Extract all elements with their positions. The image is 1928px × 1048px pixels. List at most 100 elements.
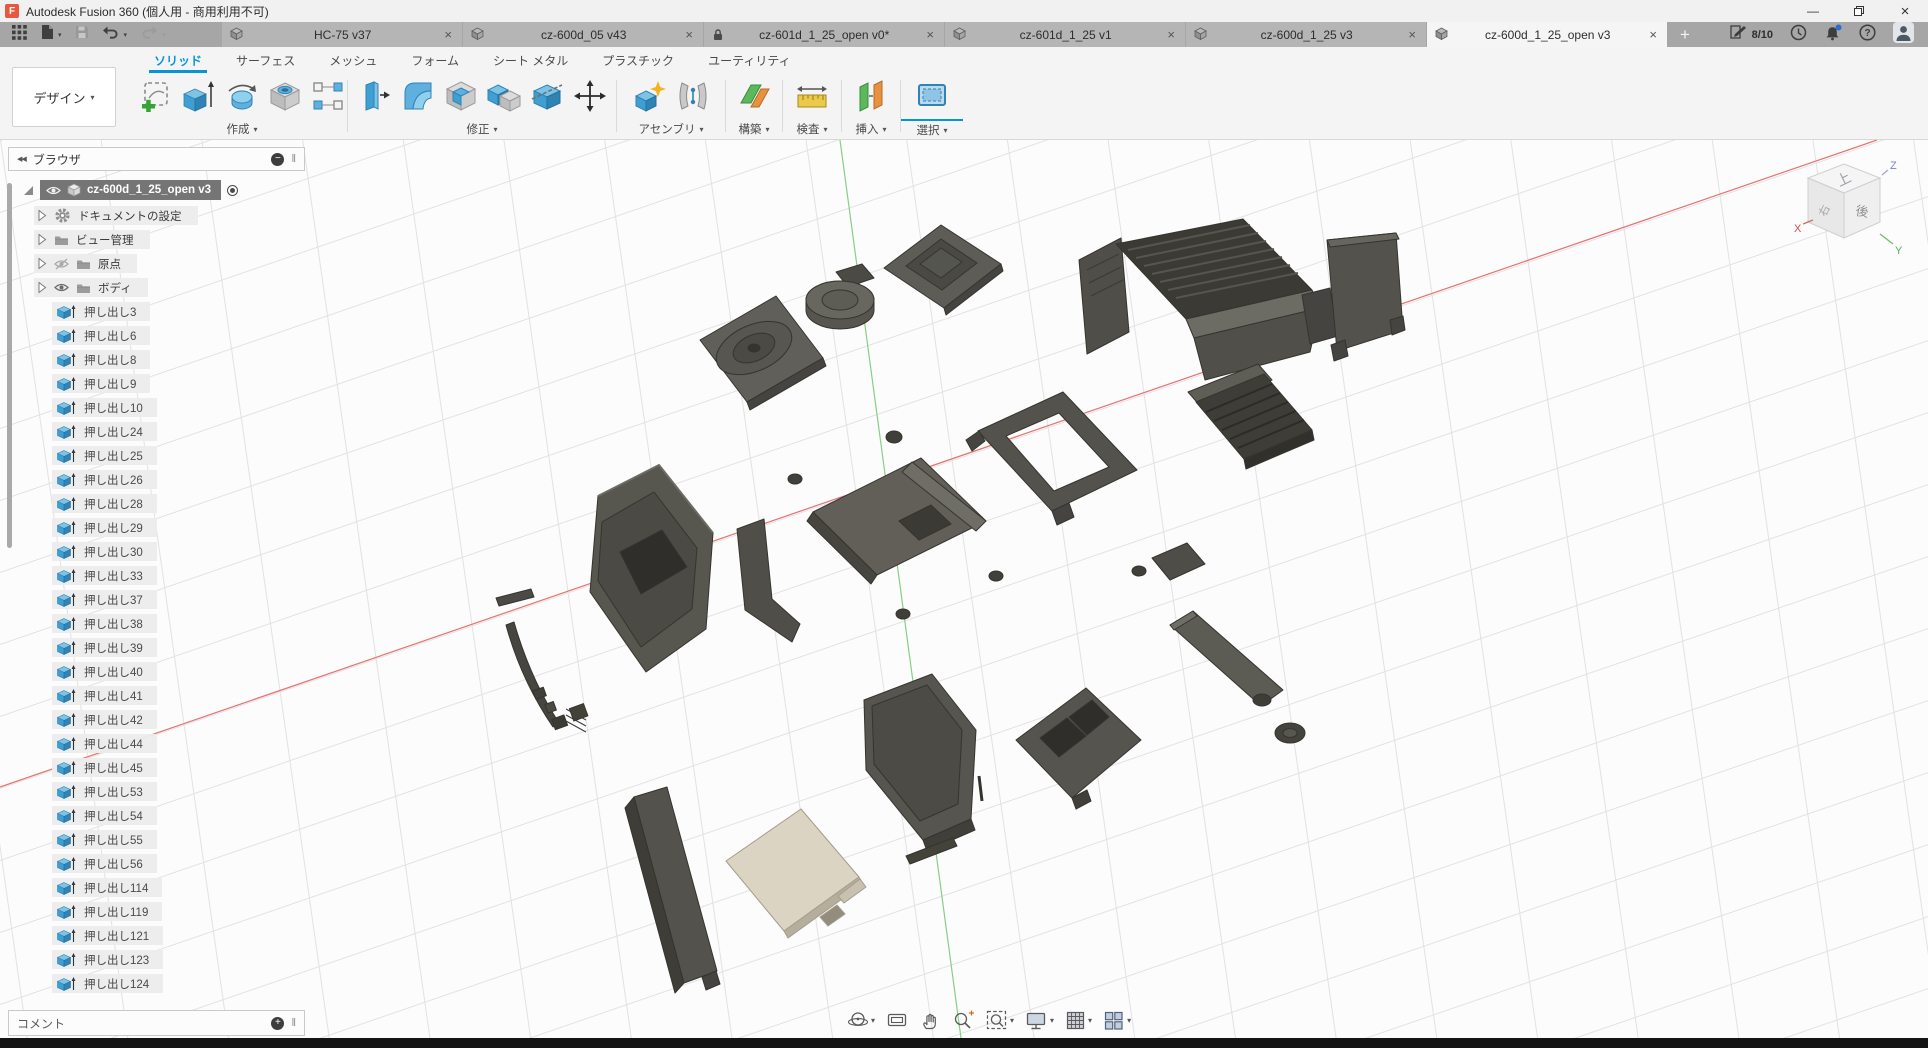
minimize-button[interactable]: — (1790, 0, 1836, 22)
env-tab[interactable]: メッシュ (312, 47, 394, 73)
save-icon[interactable] (75, 25, 89, 44)
create-sketch-icon[interactable] (137, 77, 175, 115)
tree-feature-row[interactable]: 押し出し28 (52, 494, 305, 513)
tree-feature-row[interactable]: 押し出し53 (52, 782, 305, 801)
document-tab[interactable]: HC-75 v37 × (222, 22, 462, 47)
combine-icon[interactable] (485, 77, 523, 115)
browser-header[interactable]: ◀◀ ブラウザ − ‖ (8, 147, 305, 171)
viewport[interactable]: 上 右 後 X Y Z ◀◀ ブラウザ − ‖ (0, 140, 1928, 1038)
look-at-tool[interactable] (884, 1008, 910, 1032)
clock-icon[interactable] (1790, 24, 1807, 46)
tree-feature-row[interactable]: 押し出し39 (52, 638, 305, 657)
new-tab-button[interactable]: + (1668, 22, 1702, 47)
construct-group-dropdown[interactable]: 構築▾ (726, 119, 782, 139)
create-group-dropdown[interactable]: 作成▾ (137, 119, 347, 139)
document-tab[interactable]: cz-600d_1_25 v3 × (1186, 22, 1426, 47)
redo-caret-icon[interactable]: ▾ (162, 31, 166, 39)
assemble-group-dropdown[interactable]: アセンブリ▾ (617, 119, 725, 139)
grid-settings-tool[interactable]: ▾ (1063, 1008, 1094, 1033)
redo-icon[interactable] (140, 25, 158, 44)
joint-icon[interactable] (674, 77, 712, 115)
add-comment-icon[interactable]: + (271, 1017, 284, 1030)
display-settings-tool[interactable]: ▾ (1023, 1008, 1056, 1033)
tree-feature-row[interactable]: 押し出し55 (52, 830, 305, 849)
env-tab[interactable]: サーフェス (219, 47, 312, 73)
notification-bell-icon[interactable] (1824, 24, 1842, 46)
expand-arrow-icon[interactable] (37, 257, 47, 270)
undo-icon[interactable] (102, 25, 120, 44)
cad-part-ring[interactable] (1275, 723, 1305, 743)
close-tab-icon[interactable]: × (1165, 27, 1177, 42)
inspect-group-dropdown[interactable]: 検査▾ (783, 119, 841, 139)
chevron-down-icon[interactable]: ▾ (1010, 1016, 1014, 1025)
tree-feature-row[interactable]: 押し出し123 (52, 950, 305, 969)
document-tab[interactable]: cz-601d_1_25_open v0* × (704, 22, 944, 47)
tree-feature-row[interactable]: 押し出し42 (52, 710, 305, 729)
tree-feature-row[interactable]: 押し出し37 (52, 590, 305, 609)
viewports-tool[interactable]: ▾ (1101, 1008, 1133, 1033)
expand-arrow-icon[interactable] (37, 281, 47, 294)
tree-feature-row[interactable]: 押し出し25 (52, 446, 305, 465)
extrude-icon[interactable] (180, 77, 218, 115)
fillet-icon[interactable] (399, 77, 437, 115)
visibility-eye-icon[interactable] (54, 282, 69, 293)
close-button[interactable]: × (1882, 0, 1928, 22)
file-menu-caret-icon[interactable]: ▾ (58, 31, 62, 39)
tree-feature-row[interactable]: 押し出し40 (52, 662, 305, 681)
tree-feature-row[interactable]: 押し出し121 (52, 926, 305, 945)
insert-group-dropdown[interactable]: 挿入▾ (842, 119, 900, 139)
panel-grip[interactable]: ‖ (291, 1017, 296, 1029)
construction-plane-icon[interactable] (735, 77, 773, 115)
document-tab[interactable]: cz-600d_1_25_open v3 × (1427, 22, 1667, 47)
undo-caret-icon[interactable]: ▾ (124, 31, 128, 39)
revolve-icon[interactable] (223, 77, 261, 115)
tree-feature-row[interactable]: 押し出し33 (52, 566, 305, 585)
tree-feature-row[interactable]: 押し出し3 (52, 302, 305, 321)
tree-feature-row[interactable]: 押し出し56 (52, 854, 305, 873)
tree-folder-row[interactable]: ボディ (34, 278, 305, 297)
env-tab[interactable]: ユーティリティ (691, 47, 808, 73)
tree-feature-row[interactable]: 押し出し26 (52, 470, 305, 489)
env-tab[interactable]: シート メタル (476, 47, 585, 73)
close-tab-icon[interactable]: × (924, 27, 936, 42)
tree-feature-row[interactable]: 押し出し41 (52, 686, 305, 705)
split-body-icon[interactable] (528, 77, 566, 115)
avatar[interactable] (1893, 22, 1914, 48)
tree-folder-row[interactable]: ドキュメントの設定 (34, 206, 305, 225)
tree-feature-row[interactable]: 押し出し10 (52, 398, 305, 417)
expand-arrow-icon[interactable] (37, 233, 47, 246)
chevron-down-icon[interactable]: ▾ (1088, 1016, 1092, 1025)
tree-folder-row[interactable]: 原点 (34, 254, 305, 273)
fit-tool[interactable]: ▾ (984, 1008, 1016, 1033)
select-group-dropdown[interactable]: 選択▾ (901, 119, 963, 139)
new-component-icon[interactable] (631, 77, 669, 115)
orbit-tool[interactable]: ▾ (845, 1007, 877, 1033)
app-grid-icon[interactable] (12, 25, 27, 45)
chevron-down-icon[interactable]: ▾ (871, 1016, 875, 1025)
expand-arrow-icon[interactable] (37, 209, 47, 222)
document-tab[interactable]: cz-601d_1_25 v1 × (945, 22, 1185, 47)
close-tab-icon[interactable]: × (1406, 27, 1418, 42)
job-status-icon[interactable] (1729, 24, 1747, 45)
env-tab[interactable]: ソリッド (137, 47, 219, 73)
file-menu-icon[interactable] (40, 24, 54, 45)
shell-icon[interactable] (442, 77, 480, 115)
browser-scrollbar[interactable] (7, 183, 12, 548)
pan-tool[interactable] (917, 1008, 943, 1033)
tree-feature-row[interactable]: 押し出し38 (52, 614, 305, 633)
tree-feature-row[interactable]: 押し出し24 (52, 422, 305, 441)
tree-root-row[interactable]: cz-600d_1_25_open v3 (22, 180, 305, 200)
env-tab[interactable]: プラスチック (585, 47, 691, 73)
collapse-panel-icon[interactable]: ◀◀ (17, 155, 26, 163)
tree-feature-row[interactable]: 押し出し114 (52, 878, 305, 897)
pattern-icon[interactable] (309, 77, 347, 115)
tree-folder-row[interactable]: ビュー管理 (34, 230, 305, 249)
visibility-eye-off-icon[interactable] (54, 258, 69, 270)
hole-icon[interactable] (266, 77, 304, 115)
tree-feature-row[interactable]: 押し出し124 (52, 974, 305, 993)
window-select-icon[interactable] (913, 77, 951, 115)
tree-feature-row[interactable]: 押し出し30 (52, 542, 305, 561)
env-tab[interactable]: フォーム (394, 47, 476, 73)
press-pull-icon[interactable] (356, 77, 394, 115)
tree-feature-row[interactable]: 押し出し45 (52, 758, 305, 777)
